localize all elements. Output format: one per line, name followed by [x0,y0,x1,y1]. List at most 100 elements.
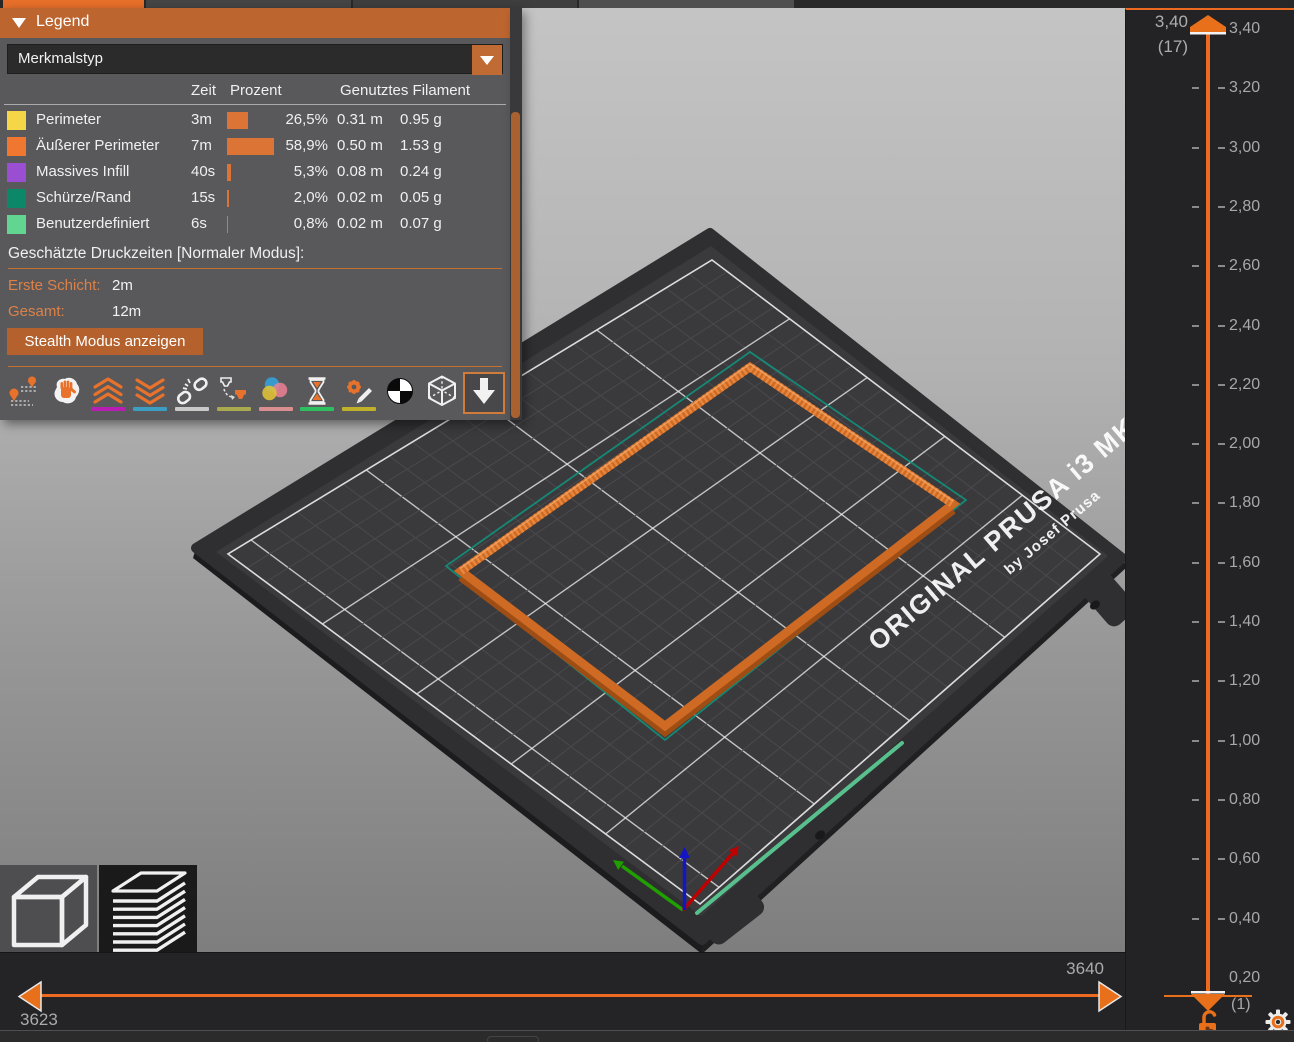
tick-mark [1192,918,1199,920]
travels-icon[interactable] [3,372,45,414]
deretractions-icon[interactable] [129,372,171,414]
feature-label: Massives Infill [36,163,129,180]
window-tab[interactable] [579,0,794,8]
color-swatch [7,137,26,156]
feature-percent: 0,8% [270,215,328,232]
total-time-value: 12m [112,303,141,320]
tick-mark [1218,325,1225,327]
divider [8,366,502,367]
tick-label: 2,00 [1229,434,1279,454]
legend-scrollbar[interactable] [510,8,522,420]
filament-weight: 0.24 g [400,163,442,180]
move-slider-right-handle[interactable] [1096,980,1124,1014]
tick-mark [1218,918,1225,920]
legend-rows: Perimeter3m26,5%0.31 m0.95 gÄußerer Peri… [0,108,510,238]
feature-percent: 2,0% [270,189,328,206]
bottom-layer-number: (1) [1231,996,1251,1014]
shells-icon[interactable] [421,372,463,414]
tick-mark [1192,325,1199,327]
tick-mark [1192,858,1199,860]
center-of-gravity-icon[interactable] [379,372,421,414]
retractions-icon[interactable] [87,372,129,414]
tick-mark [1192,87,1199,89]
percent-bar [227,112,248,129]
filament-length: 0.02 m [337,215,383,232]
feature-time: 3m [191,111,212,128]
filament-length: 0.31 m [337,111,383,128]
window-tab-active[interactable] [3,0,144,8]
color-changes-icon[interactable] [255,372,297,414]
tick-mark [1192,384,1199,386]
column-header-filament: Genutztes Filament [340,82,470,99]
tick-mark [1218,443,1225,445]
tick-mark [1192,621,1199,623]
percent-bar [227,190,229,207]
move-slider-left-handle[interactable] [16,980,44,1014]
preview-layers-view-button[interactable] [99,865,197,958]
color-swatch [7,111,26,130]
stealth-mode-button[interactable]: Stealth Modus anzeigen [7,328,203,355]
legend-row: Äußerer Perimeter7m58,9%0.50 m1.53 g [0,134,510,160]
seams-icon[interactable] [171,372,213,414]
filament-length: 0.02 m [337,189,383,206]
layer-slider-top-handle[interactable] [1188,13,1228,35]
move-slider-track[interactable] [38,994,1104,997]
tick-label: 3,40 [1229,19,1279,39]
pause-prints-icon[interactable] [296,372,338,414]
layer-slider-track[interactable] [1206,32,1210,994]
collapse-triangle-icon [12,18,26,28]
tick-mark [1192,443,1199,445]
tick-mark [1192,799,1199,801]
legend-options-toolbar [0,372,510,416]
tick-mark [1192,562,1199,564]
tick-mark [1218,206,1225,208]
move-slider-max-value: 3640 [1020,959,1104,979]
first-layer-label: Erste Schicht: [8,277,101,294]
tool-changes-icon[interactable] [213,372,255,414]
tick-label: 2,80 [1229,197,1279,217]
3d-editor-view-button[interactable] [0,865,97,958]
feature-percent: 5,3% [270,163,328,180]
tick-mark [1218,562,1225,564]
percent-bar [227,164,231,181]
legend-row: Benutzerdefiniert6s0,8%0.02 m0.07 g [0,212,510,238]
tick-label: 0,20 [1229,968,1279,988]
tick-mark [1192,680,1199,682]
move-slider-current-value: 3623 [20,1010,58,1030]
view-type-value: Merkmalstyp [18,50,103,67]
feature-time: 6s [191,215,207,232]
tick-label: 3,00 [1229,138,1279,158]
legend-scrollbar-thumb[interactable] [511,112,520,418]
tick-label: 0,80 [1229,790,1279,810]
dropdown-button[interactable] [472,45,502,75]
tick-label: 3,20 [1229,78,1279,98]
filament-length: 0.08 m [337,163,383,180]
tick-label: 1,00 [1229,731,1279,751]
tool-marker-icon[interactable] [463,372,505,414]
window-tab[interactable] [146,0,351,8]
layers-stack-icon [99,865,197,958]
window-tab[interactable] [353,0,577,8]
wipe-icon[interactable] [45,372,87,414]
tick-mark [1218,384,1225,386]
custom-gcodes-icon[interactable] [338,372,380,414]
tick-label: 0,60 [1229,849,1279,869]
column-header-time: Zeit [191,82,216,99]
tick-mark [1218,502,1225,504]
feature-percent: 58,9% [270,137,328,154]
estimates-heading: Geschätzte Druckzeiten [Normaler Modus]: [8,245,304,263]
legend-header[interactable]: Legend [0,8,510,38]
filament-length: 0.50 m [337,137,383,154]
tick-mark [1192,740,1199,742]
table-header-divider [4,104,506,105]
legend-panel: Legend Merkmalstyp Zeit Prozent Genutzte… [0,8,510,420]
tick-mark [1218,858,1225,860]
tick-label: 1,20 [1229,671,1279,691]
color-swatch [7,189,26,208]
filament-weight: 0.07 g [400,215,442,232]
view-type-dropdown[interactable]: Merkmalstyp [7,44,503,74]
layer-slider-panel: 3,40 (17) 3,403,203,002,802,602,402,202,… [1125,8,1294,1042]
color-swatch [7,215,26,234]
first-layer-value: 2m [112,277,133,294]
tick-mark [1192,147,1199,149]
